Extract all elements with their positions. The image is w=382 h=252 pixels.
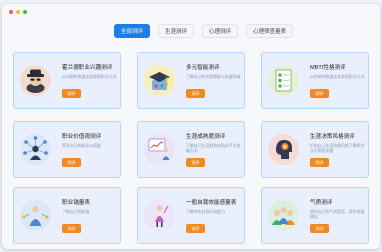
- start-assessment-button[interactable]: 测评: [186, 224, 205, 233]
- card-title: 多元智能测评: [186, 65, 220, 71]
- tab-screening-scales[interactable]: 心理筛查量表: [246, 24, 294, 38]
- team-people-icon: [268, 200, 299, 231]
- card-title: 一般自我效能感量表: [186, 200, 237, 206]
- detective-icon: [20, 65, 51, 96]
- assessment-card-multiple-intelligence[interactable]: 多元智能测评 了解自己的优势智能与发展领域 测评: [137, 52, 245, 109]
- tab-career[interactable]: 生涯测评: [158, 24, 195, 38]
- card-title: 气质测评: [310, 200, 333, 206]
- assessment-card-career-maturity[interactable]: 生涯成熟度测评 了解自己生涯规划成熟水平与发展方向 测评: [137, 121, 245, 178]
- graduation-cap-icon: [144, 65, 175, 96]
- start-assessment-button[interactable]: 测评: [62, 89, 81, 98]
- assessment-card-self-efficacy[interactable]: 一般自我效能感量表 了解你的自我行动能力 测评: [137, 187, 245, 244]
- card-description: 探寻自己的职业价值观: [62, 143, 101, 148]
- anchor-person-icon: [20, 200, 51, 231]
- presenter-chart-icon: [144, 134, 175, 165]
- assessment-card-career-values[interactable]: 职业价值观测评 探寻自己的职业价值观 测评: [13, 121, 121, 178]
- card-description: 了解自己的职锚: [62, 209, 90, 214]
- card-title: 生涯决策风格测评: [310, 134, 355, 140]
- card-description: 了解你的自我行动能力: [186, 209, 225, 214]
- start-assessment-button[interactable]: 测评: [62, 224, 81, 233]
- card-title: 职业锚量表: [62, 200, 90, 206]
- brain-icon: [268, 134, 299, 165]
- start-assessment-button[interactable]: 测评: [310, 158, 329, 167]
- assessment-card-temperament[interactable]: 气质测评 测评自己的气质类型，提供发展建议 测评: [261, 187, 369, 244]
- app-window: 全部测评 生涯测评 心理测评 心理筛查量表 霍兰德职业兴趣测评 从问题的角度出发…: [2, 4, 380, 249]
- start-assessment-button[interactable]: 测评: [186, 89, 205, 98]
- balloon-person-icon: [144, 200, 175, 231]
- card-title: 生涯成熟度测评: [186, 134, 226, 140]
- tab-all[interactable]: 全部测评: [114, 24, 151, 38]
- assessment-card-holland[interactable]: 霍兰德职业兴趣测评 从问题的角度出发探索职业方向 测评: [13, 52, 121, 109]
- card-title: MBTI性格测评: [310, 65, 346, 71]
- start-assessment-button[interactable]: 测评: [310, 89, 329, 98]
- card-description: 从性格的角度出发发现职业方向: [310, 74, 365, 79]
- start-assessment-button[interactable]: 测评: [310, 224, 329, 233]
- card-description: 测评自己的气质类型，提供发展建议: [310, 209, 365, 220]
- card-description: 了解自己生涯规划成熟水平与发展方向: [186, 143, 241, 154]
- start-assessment-button[interactable]: 测评: [62, 158, 81, 167]
- window-close-dot[interactable]: [9, 10, 13, 14]
- assessment-card-mbti[interactable]: MBTI性格测评 从性格的角度出发发现职业方向 测评: [261, 52, 369, 109]
- window-minimize-dot[interactable]: [16, 10, 20, 14]
- start-assessment-button[interactable]: 测评: [186, 158, 205, 167]
- card-title: 霍兰德职业兴趣测评: [62, 65, 113, 71]
- window-zoom-dot[interactable]: [23, 10, 27, 14]
- category-tabs: 全部测评 生涯测评 心理测评 心理筛查量表: [114, 24, 294, 38]
- card-description: 识别自己生涯决策风格了解科学认识规划风格: [310, 143, 365, 154]
- assessment-card-decision-style[interactable]: 生涯决策风格测评 识别自己生涯决策风格了解科学认识规划风格 测评: [261, 121, 369, 178]
- card-description: 了解自己的优势智能与发展领域: [186, 74, 241, 79]
- network-person-icon: [20, 134, 51, 165]
- tab-psychology[interactable]: 心理测评: [202, 24, 239, 38]
- card-title: 职业价值观测评: [62, 134, 102, 140]
- assessment-card-career-anchor[interactable]: 职业锚量表 了解自己的职锚 测评: [13, 187, 121, 244]
- card-description: 从问题的角度出发探索职业方向: [62, 74, 117, 79]
- window-controls: [9, 10, 27, 14]
- checklist-icon: [268, 65, 299, 96]
